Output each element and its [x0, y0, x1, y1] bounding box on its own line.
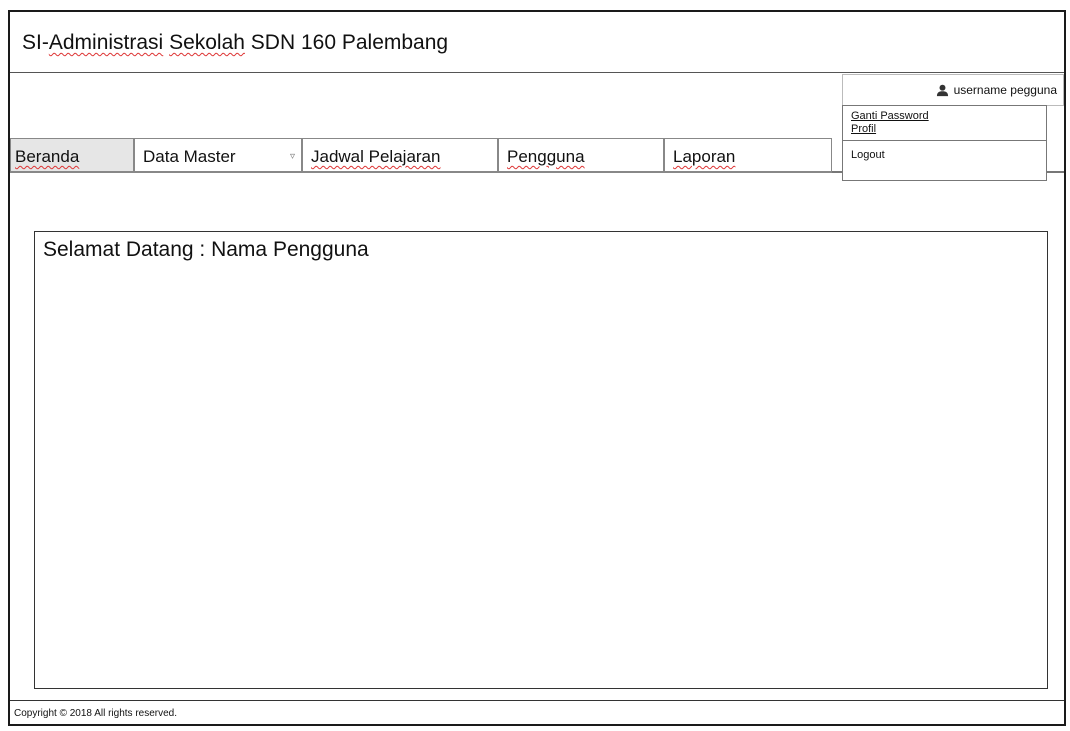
user-menu-toggle[interactable]: username pegguna	[842, 74, 1064, 106]
tab-pengguna[interactable]: Pengguna	[498, 138, 664, 173]
tab-label: Beranda	[15, 147, 80, 166]
menu-item-change-password[interactable]: Ganti Password	[851, 110, 1038, 123]
copyright-text: Copyright © 2018 All rights reserved.	[14, 708, 178, 719]
user-dropdown-menu: Ganti Password Profil Logout	[842, 105, 1047, 181]
user-icon	[936, 84, 948, 96]
tab-data-master[interactable]: Data Master ▿	[134, 138, 302, 173]
tab-label: Data Master	[143, 147, 236, 166]
tab-label: Pengguna	[507, 147, 585, 166]
title-rest: SDN 160 Palembang	[250, 31, 449, 54]
username-label: username pegguna	[953, 83, 1057, 97]
menu-item-profile[interactable]: Profil	[851, 123, 1038, 136]
welcome-message: Selamat Datang : Nama Pengguna	[43, 238, 369, 261]
tab-beranda[interactable]: Beranda	[10, 138, 134, 173]
tab-label: Laporan	[673, 147, 736, 166]
title-prefix: SI-	[22, 31, 49, 54]
chevron-down-icon: ▿	[289, 151, 295, 162]
footer: Copyright © 2018 All rights reserved.	[10, 700, 1064, 726]
title-word-sekolah: Sekolah	[169, 31, 245, 54]
tab-jadwal-pelajaran[interactable]: Jadwal Pelajaran	[302, 138, 498, 173]
tab-laporan[interactable]: Laporan	[664, 138, 832, 173]
title-word-administrasi: Administrasi	[48, 31, 164, 54]
app-window: SI-Administrasi Sekolah SDN 160 Palemban…	[8, 10, 1066, 726]
menu-item-logout[interactable]: Logout	[843, 141, 1046, 169]
app-title: SI-Administrasi Sekolah SDN 160 Palemban…	[10, 12, 1064, 73]
tab-label: Jadwal Pelajaran	[311, 147, 441, 166]
content-panel: Selamat Datang : Nama Pengguna	[34, 231, 1048, 689]
